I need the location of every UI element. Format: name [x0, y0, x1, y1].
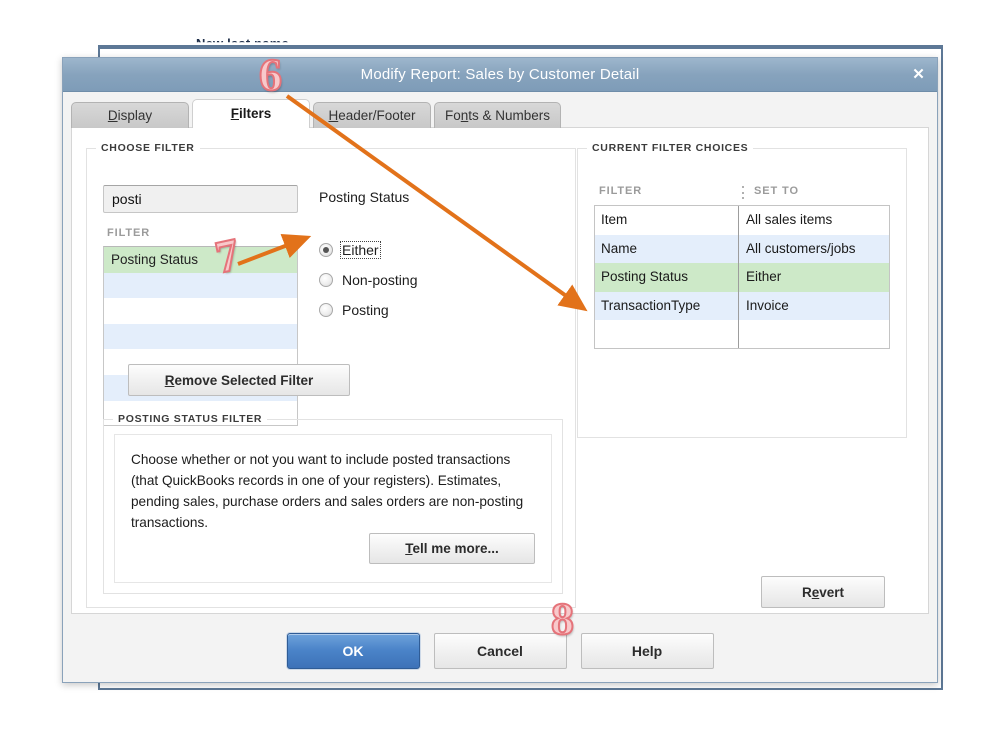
column-header-set-to: SET TO: [754, 185, 799, 197]
cancel-button[interactable]: Cancel: [433, 633, 567, 669]
cell-filter: Posting Status: [595, 263, 739, 292]
annotation-number-6: 6: [258, 49, 283, 100]
table-row[interactable]: TransactionType Invoice: [595, 291, 889, 321]
filter-list[interactable]: Posting Status: [103, 246, 298, 426]
tab-filters[interactable]: Filters: [192, 99, 310, 128]
list-item[interactable]: Posting Status: [104, 247, 297, 273]
list-item[interactable]: [104, 323, 297, 350]
revert-button[interactable]: Revert: [761, 576, 885, 608]
cell-filter: Item: [595, 206, 739, 235]
cell-set-to: Invoice: [746, 297, 789, 313]
radio-either[interactable]: Either: [319, 241, 381, 259]
tab-header-footer[interactable]: Header/Footer: [313, 102, 431, 128]
filters-tab-panel: CHOOSE FILTER FILTER Posting Status Post…: [71, 127, 929, 614]
remove-selected-filter-button[interactable]: Remove Selected Filter: [128, 364, 350, 396]
table-row[interactable]: Item All sales items: [595, 206, 889, 235]
table-row[interactable]: [595, 320, 889, 348]
cell-set-to: [739, 320, 889, 348]
current-filters-table-header: FILTER SET TO: [594, 185, 890, 203]
tell-me-more-button[interactable]: Tell me more...: [369, 533, 535, 564]
radio-posting-icon[interactable]: [319, 303, 333, 317]
radio-either-label: Either: [340, 241, 381, 259]
dialog-title: Modify Report: Sales by Customer Detail: [360, 66, 640, 83]
radio-either-icon[interactable]: [319, 243, 333, 257]
radio-posting-label: Posting: [342, 302, 389, 318]
tab-display[interactable]: Display: [71, 102, 189, 128]
help-button[interactable]: Help: [580, 633, 714, 669]
radio-posting[interactable]: Posting: [319, 301, 391, 319]
radio-non-posting-label: Non-posting: [342, 272, 418, 288]
modify-report-dialog: Modify Report: Sales by Customer Detail …: [62, 57, 938, 683]
radio-non-posting-icon[interactable]: [319, 273, 333, 287]
choose-filter-legend: CHOOSE FILTER: [96, 142, 200, 154]
cell-filter: TransactionType: [595, 291, 739, 321]
description-text: Choose whether or not you want to includ…: [131, 452, 524, 530]
tab-fonts-numbers[interactable]: Fonts & Numbers: [434, 102, 562, 128]
cell-set-to: All sales items: [746, 212, 833, 227]
close-icon[interactable]: ✕: [909, 65, 928, 84]
cell-filter: [595, 320, 739, 348]
tab-strip: Display Filters Header/Footer Fonts & Nu…: [71, 99, 937, 128]
cell-set-to: All customers/jobs: [746, 240, 856, 256]
list-item[interactable]: [104, 272, 297, 299]
table-row[interactable]: Posting Status Either: [595, 263, 889, 292]
annotation-number-8: 8: [550, 593, 575, 644]
radio-non-posting[interactable]: Non-posting: [319, 271, 420, 289]
list-item[interactable]: [104, 298, 297, 324]
posting-status-filter-legend: POSTING STATUS FILTER: [113, 413, 268, 425]
filter-list-header: FILTER: [107, 227, 151, 239]
dialog-footer: OK Cancel Help: [63, 633, 937, 669]
dialog-titlebar: Modify Report: Sales by Customer Detail …: [63, 58, 937, 92]
description-panel: Choose whether or not you want to includ…: [114, 434, 552, 583]
column-resize-grip-icon[interactable]: [742, 186, 745, 199]
filter-search-input[interactable]: [103, 185, 298, 213]
cell-filter: Name: [595, 234, 739, 264]
ok-button[interactable]: OK: [286, 633, 420, 669]
current-filters-table[interactable]: Item All sales items Name All customers/…: [594, 205, 890, 349]
current-filter-choices-group: CURRENT FILTER CHOICES FILTER SET TO Ite…: [577, 142, 907, 438]
filter-detail-title: Posting Status: [319, 189, 410, 205]
table-row[interactable]: Name All customers/jobs: [595, 234, 889, 264]
cell-set-to: Either: [746, 269, 782, 285]
current-filter-choices-legend: CURRENT FILTER CHOICES: [587, 142, 754, 154]
posting-status-filter-group: POSTING STATUS FILTER Choose whether or …: [103, 413, 563, 594]
column-header-filter: FILTER: [599, 185, 643, 197]
